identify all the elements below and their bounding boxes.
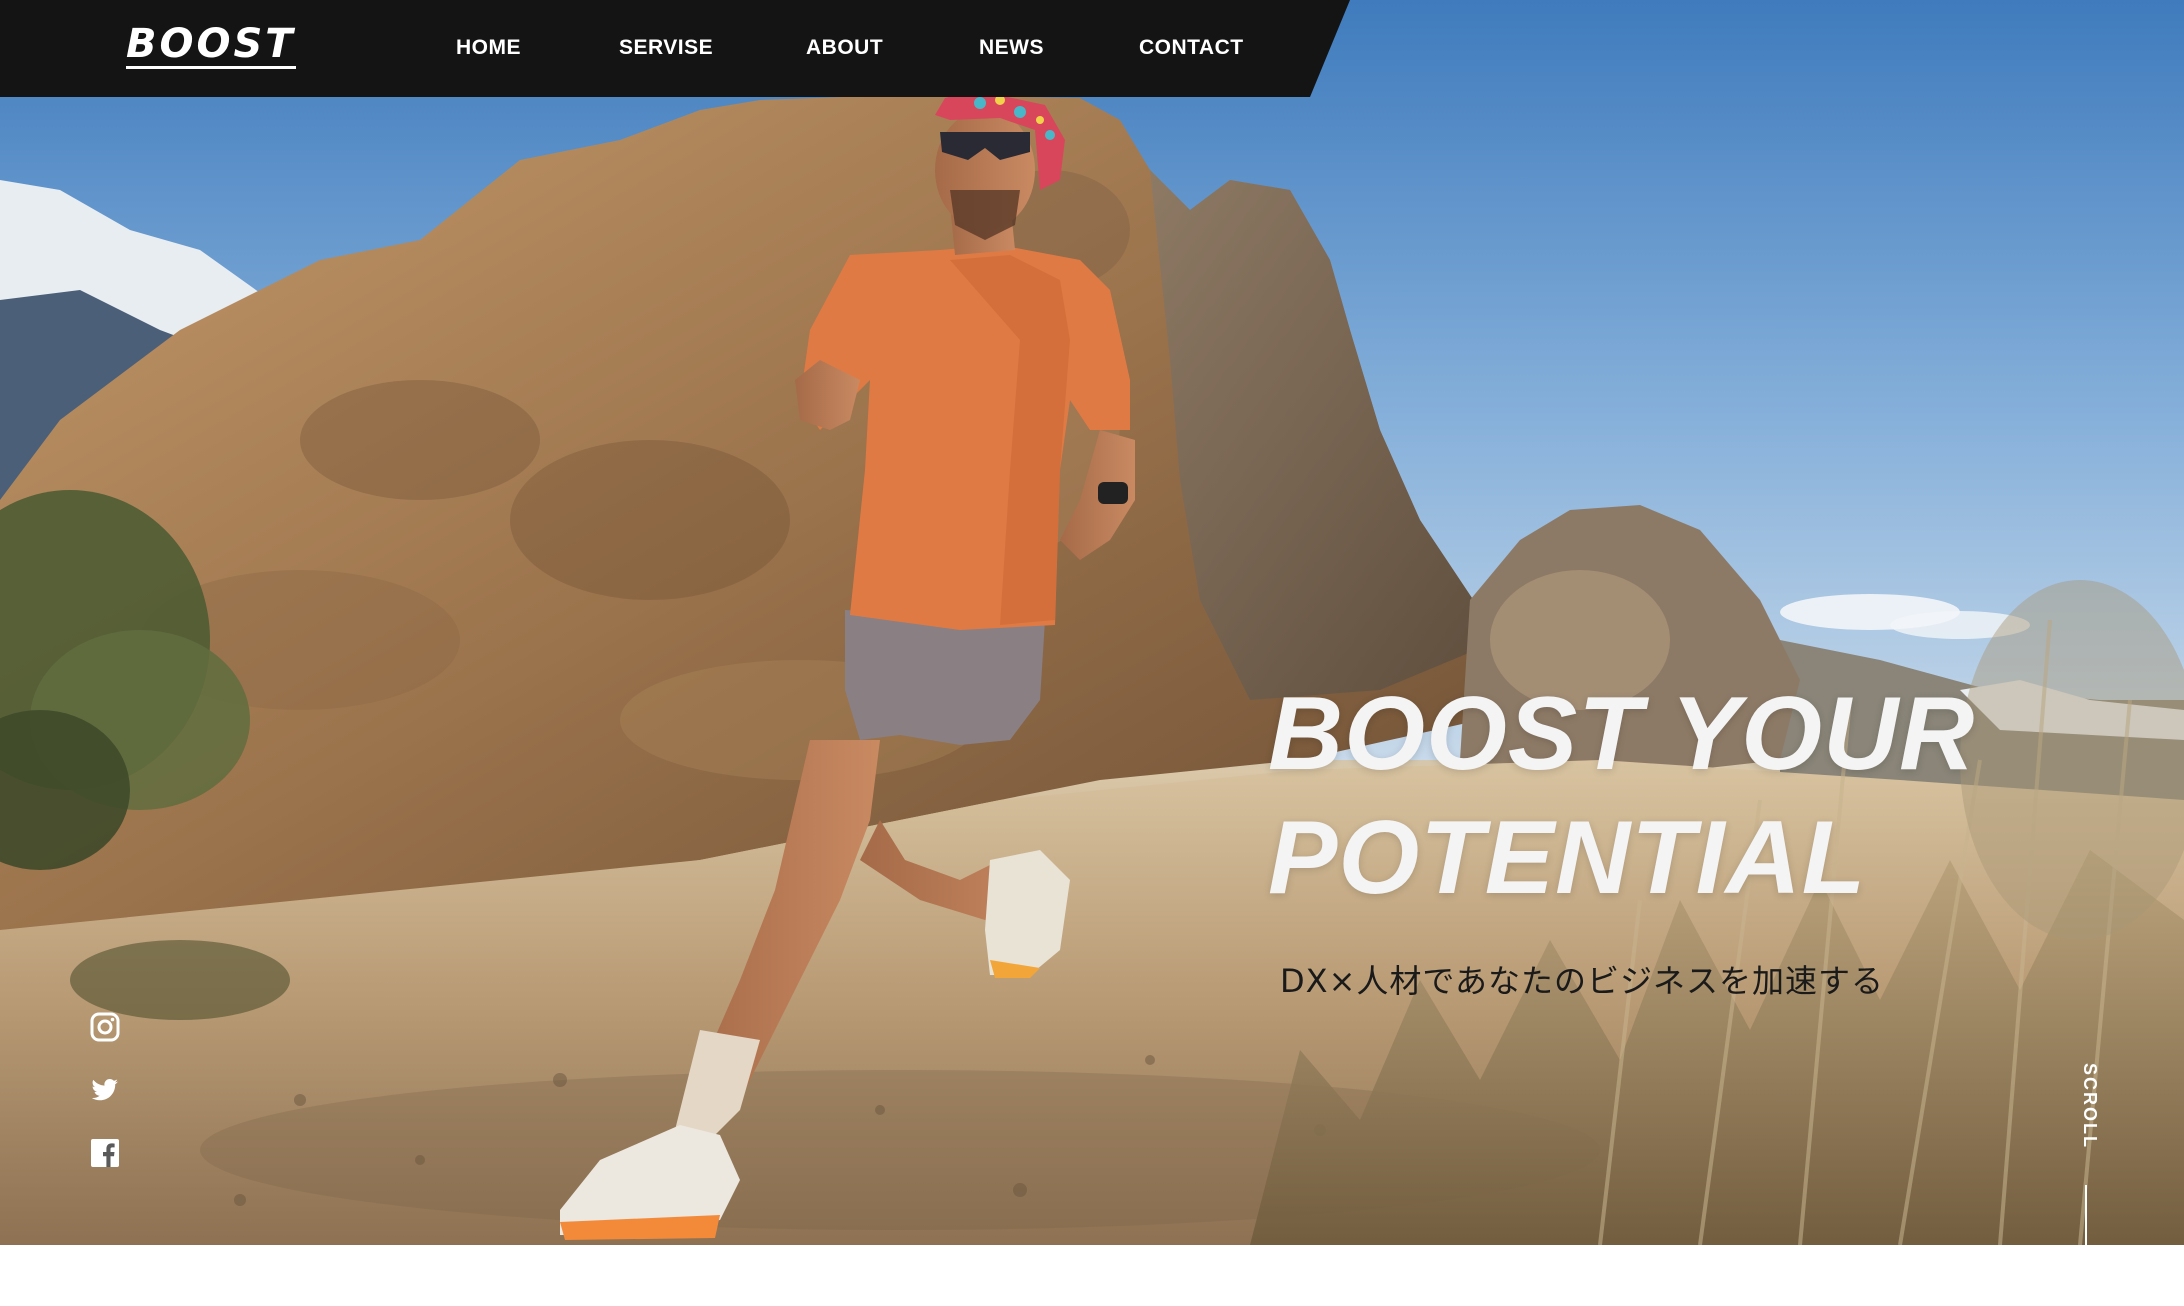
hero-subcopy: DX×人材であなたのビジネスを加速する bbox=[1280, 962, 1885, 1000]
hero-headline-line-2: POTENTIAL bbox=[1268, 800, 1867, 916]
site-header: BOOST HOME SERVISE ABOUT NEWS CONTACT bbox=[0, 0, 1350, 97]
social-links bbox=[90, 1012, 122, 1201]
nav-item-home[interactable]: HOME bbox=[456, 36, 521, 60]
main-nav: HOME SERVISE ABOUT NEWS CONTACT bbox=[0, 0, 1350, 97]
hero-section bbox=[0, 0, 2184, 1245]
hero-photo bbox=[0, 0, 2184, 1245]
nav-item-service[interactable]: SERVISE bbox=[619, 36, 713, 60]
hero-headline: BOOST YOUR POTENTIAL bbox=[1268, 672, 1975, 920]
nav-item-news[interactable]: NEWS bbox=[979, 36, 1044, 60]
nav-item-about[interactable]: ABOUT bbox=[806, 36, 883, 60]
facebook-icon[interactable] bbox=[90, 1138, 120, 1168]
twitter-icon[interactable] bbox=[90, 1075, 120, 1105]
scroll-indicator[interactable]: SCROLL bbox=[2070, 1063, 2102, 1305]
landing-page: BOOST HOME SERVISE ABOUT NEWS CONTACT BO… bbox=[0, 0, 2184, 1306]
nav-item-contact[interactable]: CONTACT bbox=[1139, 36, 1244, 60]
scroll-label: SCROLL bbox=[2080, 1063, 2100, 1149]
scroll-line bbox=[2085, 1185, 2087, 1305]
instagram-icon[interactable] bbox=[90, 1012, 120, 1042]
hero-headline-line-1: BOOST YOUR bbox=[1268, 676, 1976, 792]
